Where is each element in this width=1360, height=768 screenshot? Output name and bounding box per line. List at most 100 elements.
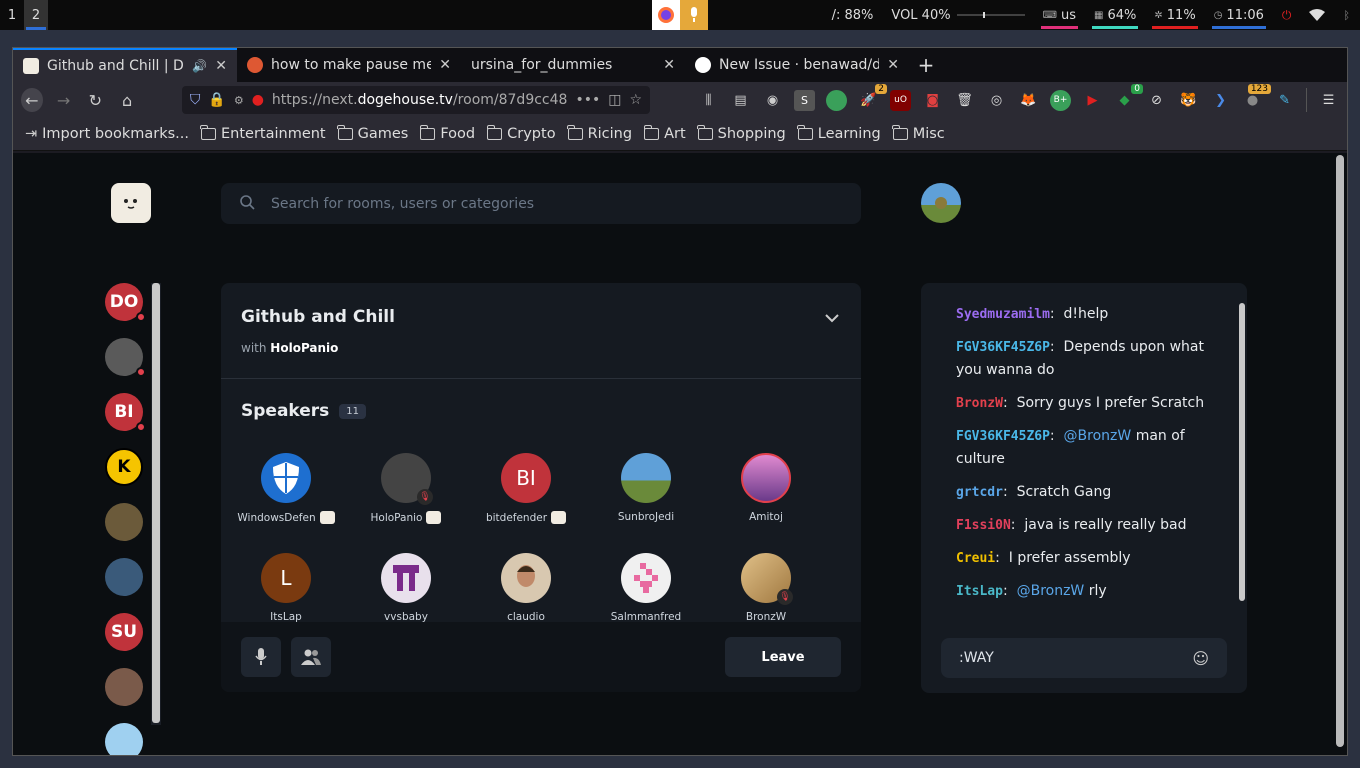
rail-avatar[interactable]: SU xyxy=(105,613,143,651)
speaker-tile[interactable]: SunbroJedi xyxy=(586,453,706,523)
speaker-tile[interactable]: 🎙 BronzW xyxy=(706,553,826,623)
speaker-tile[interactable]: L ItsLap xyxy=(226,553,346,623)
tab-github[interactable]: New Issue · benawad/do ✕ xyxy=(685,48,909,82)
rail-scrollbar-thumb[interactable] xyxy=(152,283,160,723)
speaker-tile[interactable]: vvsbaby xyxy=(346,553,466,623)
bookmark-folder[interactable]: Learning xyxy=(797,125,881,142)
privacy-extension-icon[interactable]: ◎ xyxy=(986,90,1007,111)
metamask-extension-icon[interactable]: 🦊 xyxy=(1018,90,1039,111)
reload-button[interactable]: ↻ xyxy=(84,88,106,112)
speaker-icon[interactable]: 🔊 xyxy=(192,59,207,73)
bookmark-folder[interactable]: Crypto xyxy=(486,125,556,142)
mic-permission-icon[interactable]: ● xyxy=(252,92,264,108)
bookmark-folder[interactable]: Food xyxy=(419,125,475,142)
leave-room-button[interactable]: Leave xyxy=(725,637,841,677)
ublock-extension-icon[interactable]: uO xyxy=(890,89,912,111)
youtube-extension-icon[interactable]: ▶ xyxy=(1082,90,1103,111)
workspace-2[interactable]: 2 xyxy=(24,0,48,30)
emoji-picker-icon[interactable]: ☺ xyxy=(1192,649,1209,668)
speaker-avatar[interactable]: 🎙 xyxy=(741,553,793,605)
bookmark-folder[interactable]: Misc xyxy=(892,125,945,142)
rail-avatar[interactable] xyxy=(105,668,143,706)
power-icon[interactable]: ⏻ xyxy=(1280,0,1294,30)
green-extension-icon[interactable]: ◆ 0 xyxy=(1114,83,1144,111)
rail-avatar[interactable] xyxy=(105,338,146,377)
speaker-avatar[interactable]: L xyxy=(261,553,311,603)
url-bar[interactable]: ⛉ 🔒 ⚙ ● https://next.dogehouse.tv/room/8… xyxy=(181,86,651,114)
page-actions-icon[interactable]: ••• xyxy=(575,92,600,108)
dogehouse-logo-icon[interactable] xyxy=(111,183,151,223)
sync-extension-icon[interactable] xyxy=(826,89,848,111)
close-tab-icon[interactable]: ✕ xyxy=(439,57,451,73)
b-plus-extension-icon[interactable]: B+ xyxy=(1050,89,1072,111)
tiger-extension-icon[interactable]: 🐯 xyxy=(1178,90,1199,111)
shield-icon[interactable]: ⛉ xyxy=(190,92,201,108)
bookmark-star-icon[interactable]: ☆ xyxy=(629,92,642,108)
close-tab-icon[interactable]: ✕ xyxy=(663,57,675,73)
speaker-tile[interactable]: WindowsDefen xyxy=(226,453,346,524)
speaker-avatar[interactable] xyxy=(501,553,551,603)
home-button[interactable]: ⌂ xyxy=(116,88,138,112)
bookmark-folder[interactable]: Art xyxy=(643,125,686,142)
speaker-tile[interactable]: 🎙 HoloPanio xyxy=(346,453,466,524)
volume-indicator[interactable]: VOL 40% xyxy=(889,0,1026,30)
workspace-1[interactable]: 1 xyxy=(0,0,24,30)
page-scrollbar[interactable] xyxy=(1335,155,1345,753)
mute-toggle-button[interactable] xyxy=(241,637,281,677)
tab-duckduckgo[interactable]: how to make pause me ✕ xyxy=(237,48,461,82)
sidebar-icon[interactable]: ▤ xyxy=(730,90,751,111)
speaker-avatar[interactable] xyxy=(741,453,791,503)
account-icon[interactable]: ◉ xyxy=(762,90,783,111)
back-button[interactable]: ← xyxy=(21,88,43,112)
rail-scrollbar[interactable] xyxy=(151,283,161,725)
dark-extension-icon[interactable]: ● 123 xyxy=(1242,83,1272,111)
speaker-avatar[interactable]: BI xyxy=(501,453,551,503)
pocket-icon[interactable]: ◫ xyxy=(608,92,621,108)
color-picker-extension-icon[interactable]: ✎ xyxy=(1274,90,1295,111)
rail-avatar[interactable] xyxy=(105,503,143,541)
search-bar[interactable]: Search for rooms, users or categories xyxy=(221,183,861,224)
permissions-icon[interactable]: ⚙ xyxy=(234,94,244,107)
bluetooth-icon[interactable]: ᛒ xyxy=(1341,0,1352,30)
rail-avatar[interactable]: DO xyxy=(105,283,146,322)
chat-input[interactable]: :WAY ☺ xyxy=(941,638,1227,678)
speaker-avatar[interactable] xyxy=(621,453,671,503)
tab-dogehouse[interactable]: Github and Chill | Do 🔊 ✕ xyxy=(13,48,237,82)
microphone-icon[interactable] xyxy=(680,0,708,30)
bookmark-folder[interactable]: Entertainment xyxy=(200,125,326,142)
blocker-extension-icon[interactable]: ⊘ xyxy=(1146,90,1167,111)
speaker-avatar[interactable] xyxy=(381,553,431,603)
page-scrollbar-thumb[interactable] xyxy=(1336,155,1344,747)
chat-scrollbar[interactable] xyxy=(1239,303,1247,621)
url-text[interactable]: https://next.dogehouse.tv/room/87d9cc48 xyxy=(272,92,568,108)
screenshot-extension-icon[interactable]: ◙ xyxy=(922,90,943,111)
chat-scrollbar-thumb[interactable] xyxy=(1239,303,1245,601)
speaker-tile[interactable]: claudio xyxy=(466,553,586,623)
rail-avatar[interactable]: K xyxy=(105,448,143,486)
trash-extension-icon[interactable]: 🗑 xyxy=(954,90,975,111)
search-input[interactable]: Search for rooms, users or categories xyxy=(271,196,534,212)
stylus-extension-icon[interactable]: S xyxy=(794,89,816,111)
chevron-down-icon[interactable] xyxy=(825,311,839,327)
invite-users-button[interactable] xyxy=(291,637,331,677)
speaker-tile[interactable]: Salmmanfred xyxy=(586,553,706,623)
speaker-tile[interactable]: BI bitdefender xyxy=(466,453,586,524)
tab-ursina[interactable]: ursina_for_dummies ✕ xyxy=(461,48,685,82)
volume-slider[interactable] xyxy=(956,12,1025,18)
user-avatar[interactable] xyxy=(921,183,961,223)
speaker-avatar[interactable] xyxy=(261,453,311,503)
bookmark-folder[interactable]: Games xyxy=(337,125,408,142)
bookmark-folder[interactable]: Ricing xyxy=(567,125,632,142)
rail-avatar[interactable] xyxy=(105,723,143,755)
import-bookmarks-button[interactable]: ⇥ Import bookmarks... xyxy=(25,126,189,142)
lock-icon[interactable]: 🔒 xyxy=(208,92,225,108)
speaker-tile[interactable]: Amitoj xyxy=(706,453,826,523)
speaker-avatar[interactable] xyxy=(621,553,671,603)
menu-icon[interactable]: ☰ xyxy=(1318,90,1339,111)
speaker-avatar[interactable]: 🎙 xyxy=(381,453,433,505)
rail-avatar[interactable]: BI xyxy=(105,393,146,432)
bookmark-folder[interactable]: Shopping xyxy=(697,125,786,142)
rail-avatar[interactable] xyxy=(105,558,143,596)
close-tab-icon[interactable]: ✕ xyxy=(215,58,227,74)
firefox-icon[interactable] xyxy=(652,0,680,30)
